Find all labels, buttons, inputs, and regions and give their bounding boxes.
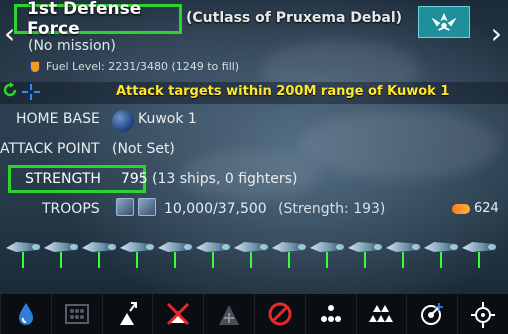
attack-notice: Attack targets within 200M range of Kuwo…	[116, 84, 450, 99]
ammo-icon	[452, 204, 470, 214]
ship-engine-glow	[222, 244, 230, 250]
strength-detail: (13 ships, 0 fighters)	[152, 171, 298, 187]
fuel-drop-icon	[18, 303, 33, 325]
ship-health-bar	[60, 252, 62, 268]
arrow-up-right-icon	[120, 302, 138, 325]
previous-fleet-arrow[interactable]: ‹	[4, 20, 15, 48]
ship-health-bar	[136, 252, 138, 268]
strength-highlight: STRENGTH 795	[8, 165, 148, 193]
ship-health-bar	[402, 252, 404, 268]
gear-icon	[471, 302, 496, 328]
ship-health-bar	[288, 252, 290, 268]
ship-health-bar	[478, 252, 480, 268]
ship-class: (Cutlass of Pruxema Debal)	[186, 10, 403, 26]
fuel-tool[interactable]	[0, 294, 51, 334]
add-tool[interactable]	[203, 294, 254, 334]
troops-strength: (Strength: 193)	[278, 201, 386, 217]
troop-unit-icon	[116, 198, 134, 216]
ship-unit[interactable]	[232, 232, 272, 270]
troops-value: 10,000/37,500	[164, 201, 267, 217]
ship-engine-glow	[184, 244, 192, 250]
target-icon[interactable]	[20, 82, 42, 102]
no-attack-tool[interactable]	[152, 294, 203, 334]
home-base-label: HOME BASE	[16, 111, 100, 127]
fuel-level: Fuel Level: 2231/3480 (1249 to fill)	[30, 60, 239, 73]
mission-status: (No mission)	[28, 38, 116, 54]
strength-value: 795	[120, 171, 148, 187]
ship-engine-glow	[374, 244, 382, 250]
ship-unit[interactable]	[308, 232, 348, 270]
planet-icon	[112, 110, 134, 132]
ship-unit[interactable]	[156, 232, 196, 270]
ship-engine-glow	[108, 244, 116, 250]
ship-health-bar	[250, 252, 252, 268]
move-tool[interactable]	[101, 294, 153, 334]
formation-tool[interactable]	[50, 294, 102, 334]
troop-icons	[116, 198, 156, 216]
fleet-name-text: 1st Defense Force	[27, 0, 142, 39]
grid-formation-icon	[64, 304, 89, 324]
ship-health-bar	[326, 252, 328, 268]
cloud-decoration	[300, 110, 500, 180]
ammo-value: 624	[474, 201, 499, 216]
troop-unit-icon	[138, 198, 156, 216]
ship-engine-glow	[32, 244, 40, 250]
next-fleet-arrow[interactable]: ›	[491, 20, 502, 48]
strength-label: STRENGTH	[25, 171, 101, 187]
ship-engine-glow	[450, 244, 458, 250]
scan-tool[interactable]	[406, 294, 457, 334]
refresh-icon[interactable]	[2, 82, 18, 98]
ship-engine-glow	[260, 244, 268, 250]
ship-unit[interactable]	[194, 232, 234, 270]
ship-engine-glow	[146, 244, 154, 250]
troops-label: TROOPS	[42, 201, 100, 217]
ship-engine-glow	[488, 244, 496, 250]
triangles-icon	[369, 305, 394, 322]
ship-unit[interactable]	[384, 232, 424, 270]
ship-engine-glow	[336, 244, 344, 250]
ship-engine-glow	[412, 244, 420, 250]
dots-icon	[320, 305, 341, 322]
ship-engine-glow	[298, 244, 306, 250]
plus-triangle-icon	[219, 305, 240, 325]
ship-health-bar	[174, 252, 176, 268]
ship-health-bar	[364, 252, 366, 268]
ships-strip	[0, 232, 508, 272]
ship-unit[interactable]	[4, 232, 44, 270]
ship-health-bar	[22, 252, 24, 268]
faction-emblem[interactable]	[418, 6, 470, 38]
ship-unit[interactable]	[270, 232, 310, 270]
ship-unit[interactable]	[80, 232, 120, 270]
home-base-value[interactable]: Kuwok 1	[138, 111, 197, 127]
ship-health-bar	[440, 252, 442, 268]
cross-out-icon	[167, 302, 190, 326]
fleet-tool[interactable]	[355, 294, 407, 334]
attack-point-label: ATTACK POINT	[0, 141, 100, 157]
action-toolbar	[0, 294, 508, 334]
fleet-name[interactable]: 1st Defense Force	[14, 0, 182, 39]
radar-icon	[421, 303, 444, 325]
ship-health-bar	[212, 252, 214, 268]
ship-unit[interactable]	[118, 232, 158, 270]
attack-point-value[interactable]: (Not Set)	[112, 141, 175, 157]
fleet-screen: 1st Defense Force (Cutlass of Pruxema De…	[0, 0, 508, 334]
ship-engine-glow	[70, 244, 78, 250]
no-entry-icon	[268, 302, 292, 326]
fuel-level-text: Fuel Level: 2231/3480 (1249 to fill)	[46, 60, 240, 73]
ship-unit[interactable]	[42, 232, 82, 270]
ship-unit[interactable]	[460, 232, 500, 270]
stop-tool[interactable]	[253, 294, 305, 334]
ship-health-bar	[98, 252, 100, 268]
emblem-icon	[431, 13, 457, 31]
gear-tool[interactable]	[457, 294, 508, 334]
ship-unit[interactable]	[422, 232, 462, 270]
fuel-icon	[30, 60, 40, 73]
spread-tool[interactable]	[304, 294, 356, 334]
ship-unit[interactable]	[346, 232, 386, 270]
